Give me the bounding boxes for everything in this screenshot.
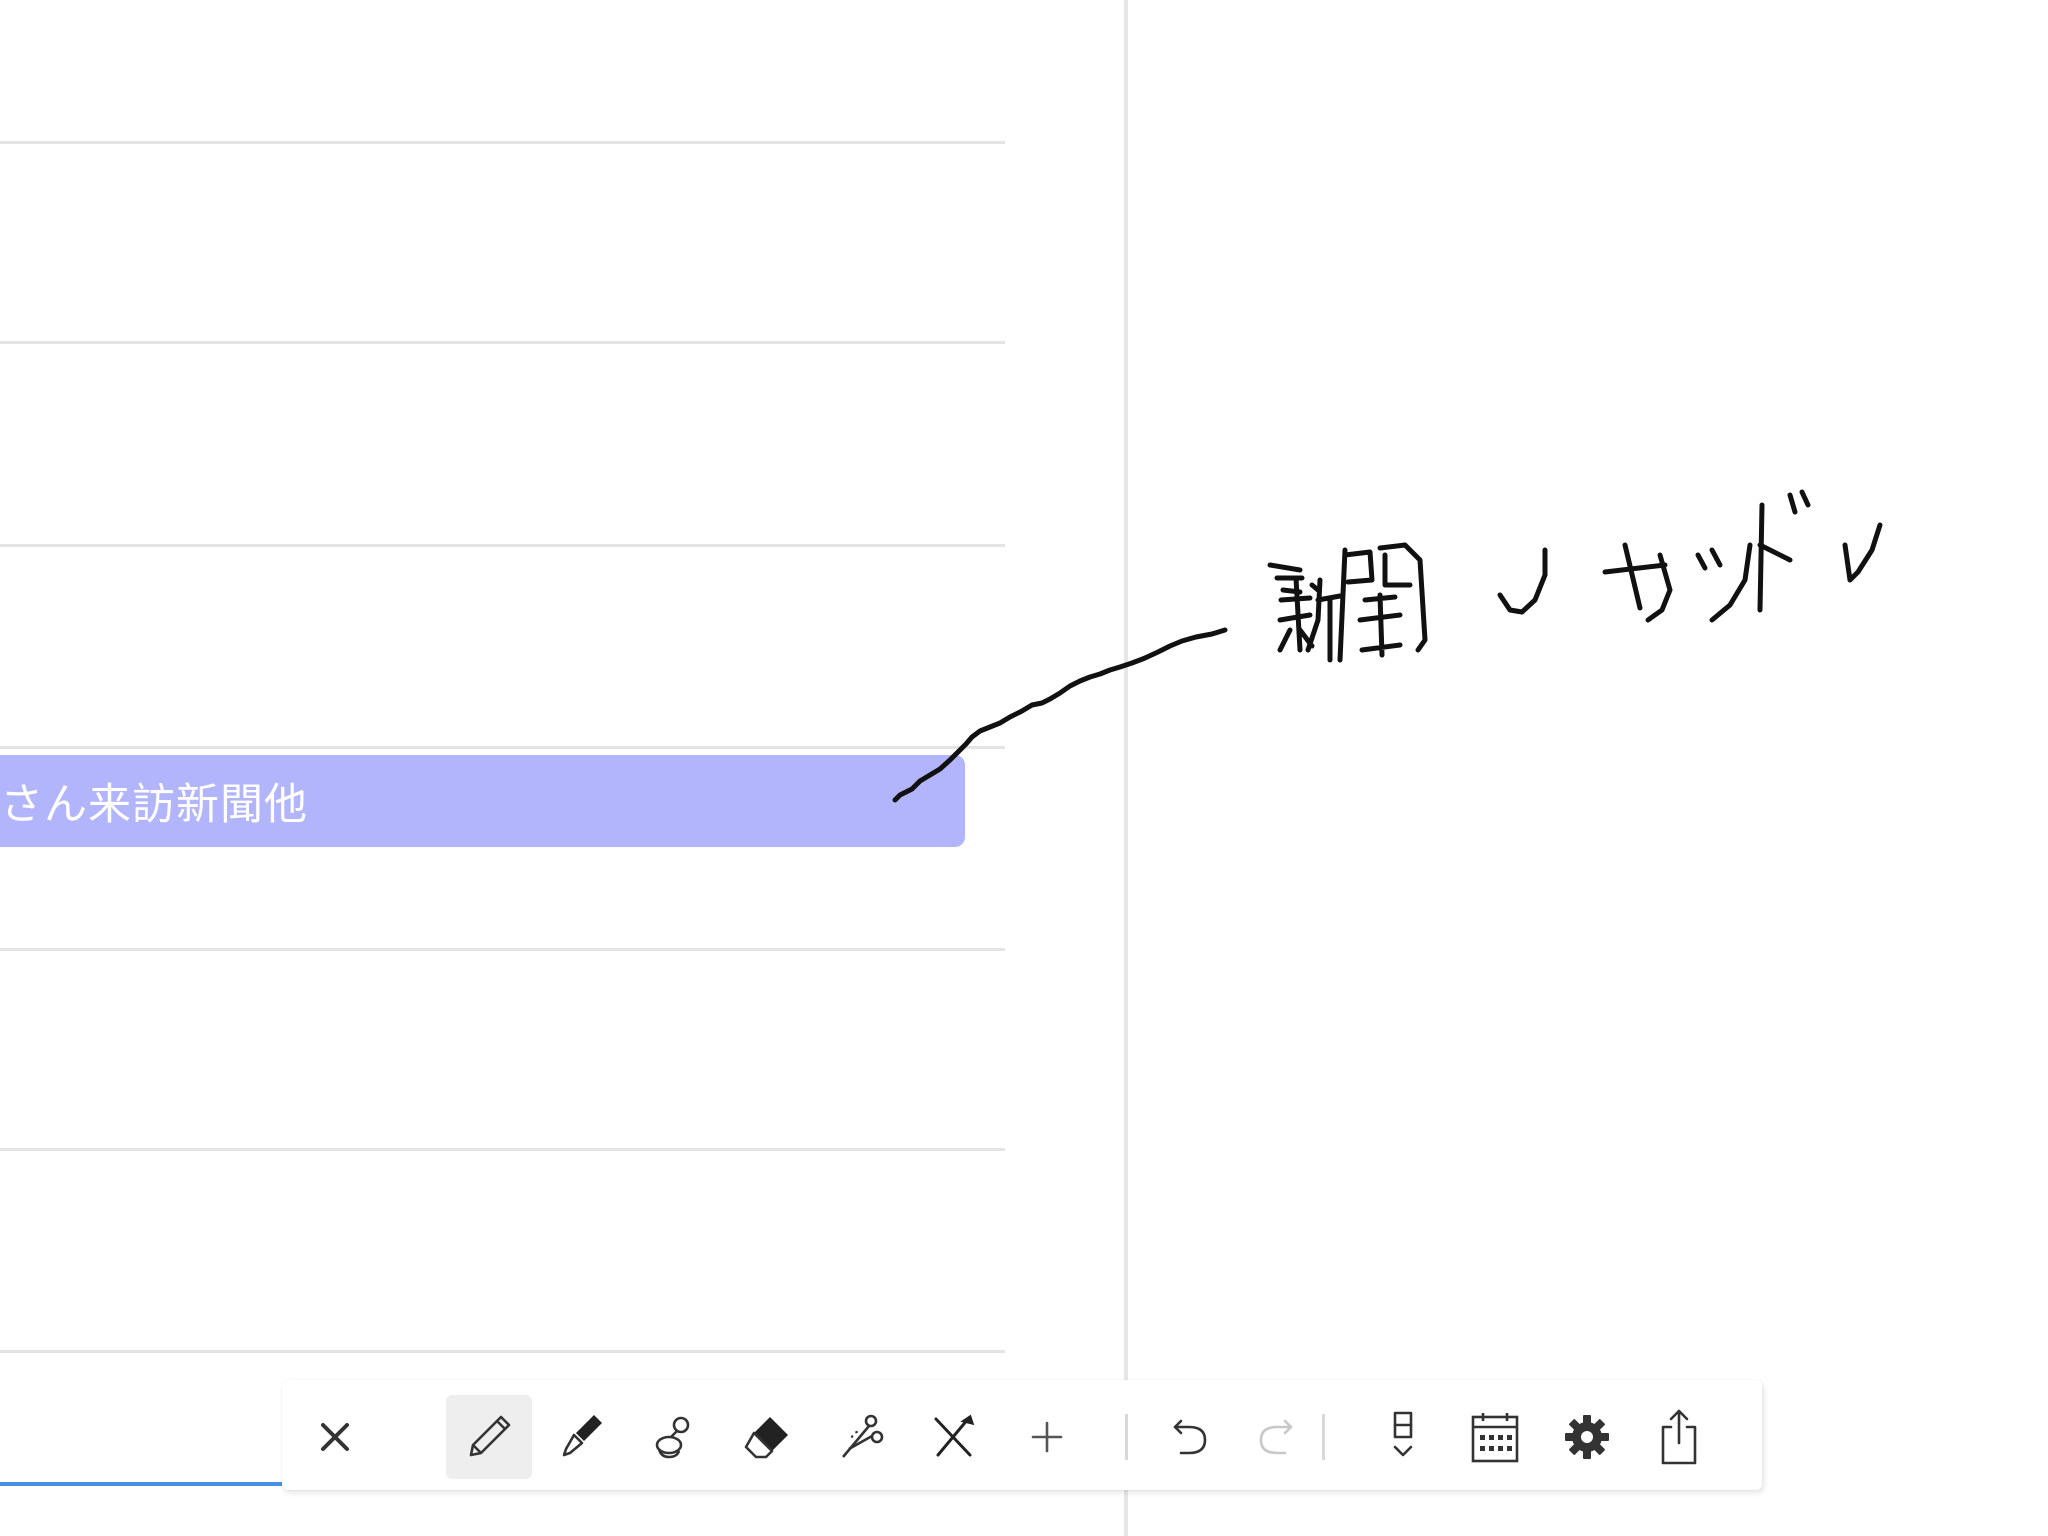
day-view-button[interactable] bbox=[1360, 1395, 1446, 1479]
add-button[interactable] bbox=[1004, 1395, 1090, 1479]
toolbar-separator bbox=[1125, 1414, 1128, 1460]
notebook-page[interactable]: さん来訪新聞他 bbox=[0, 0, 2048, 1536]
scissors-icon bbox=[842, 1414, 884, 1458]
settings-button[interactable] bbox=[1544, 1395, 1630, 1479]
undo-icon bbox=[1173, 1419, 1207, 1455]
crossed-tools-button[interactable] bbox=[911, 1395, 997, 1479]
pen-tool-button[interactable] bbox=[539, 1395, 625, 1479]
eraser-icon bbox=[744, 1417, 788, 1459]
calendar-icon bbox=[1471, 1413, 1519, 1463]
pen-icon bbox=[562, 1415, 602, 1457]
pencil-tool-button[interactable] bbox=[446, 1395, 532, 1479]
calendar-button[interactable] bbox=[1452, 1395, 1538, 1479]
day-view-icon bbox=[1393, 1411, 1413, 1457]
plus-icon bbox=[1031, 1421, 1063, 1453]
drawing-toolbar bbox=[282, 1380, 1762, 1490]
stamp-tool-button[interactable] bbox=[632, 1395, 718, 1479]
crossed-tools-icon bbox=[934, 1414, 975, 1457]
handwriting-ink[interactable] bbox=[0, 0, 2048, 1536]
share-icon bbox=[1661, 1409, 1697, 1465]
gear-icon bbox=[1565, 1415, 1609, 1459]
redo-icon bbox=[1259, 1419, 1293, 1455]
redo-button[interactable] bbox=[1232, 1395, 1318, 1479]
share-button[interactable] bbox=[1636, 1395, 1722, 1479]
undo-button[interactable] bbox=[1148, 1395, 1234, 1479]
stamp-icon bbox=[655, 1416, 690, 1459]
eraser-tool-button[interactable] bbox=[725, 1395, 811, 1479]
close-icon bbox=[321, 1423, 349, 1451]
pencil-icon bbox=[469, 1415, 511, 1457]
toolbar-separator bbox=[1322, 1414, 1325, 1460]
close-button[interactable] bbox=[292, 1395, 378, 1479]
scissors-tool-button[interactable] bbox=[818, 1395, 904, 1479]
